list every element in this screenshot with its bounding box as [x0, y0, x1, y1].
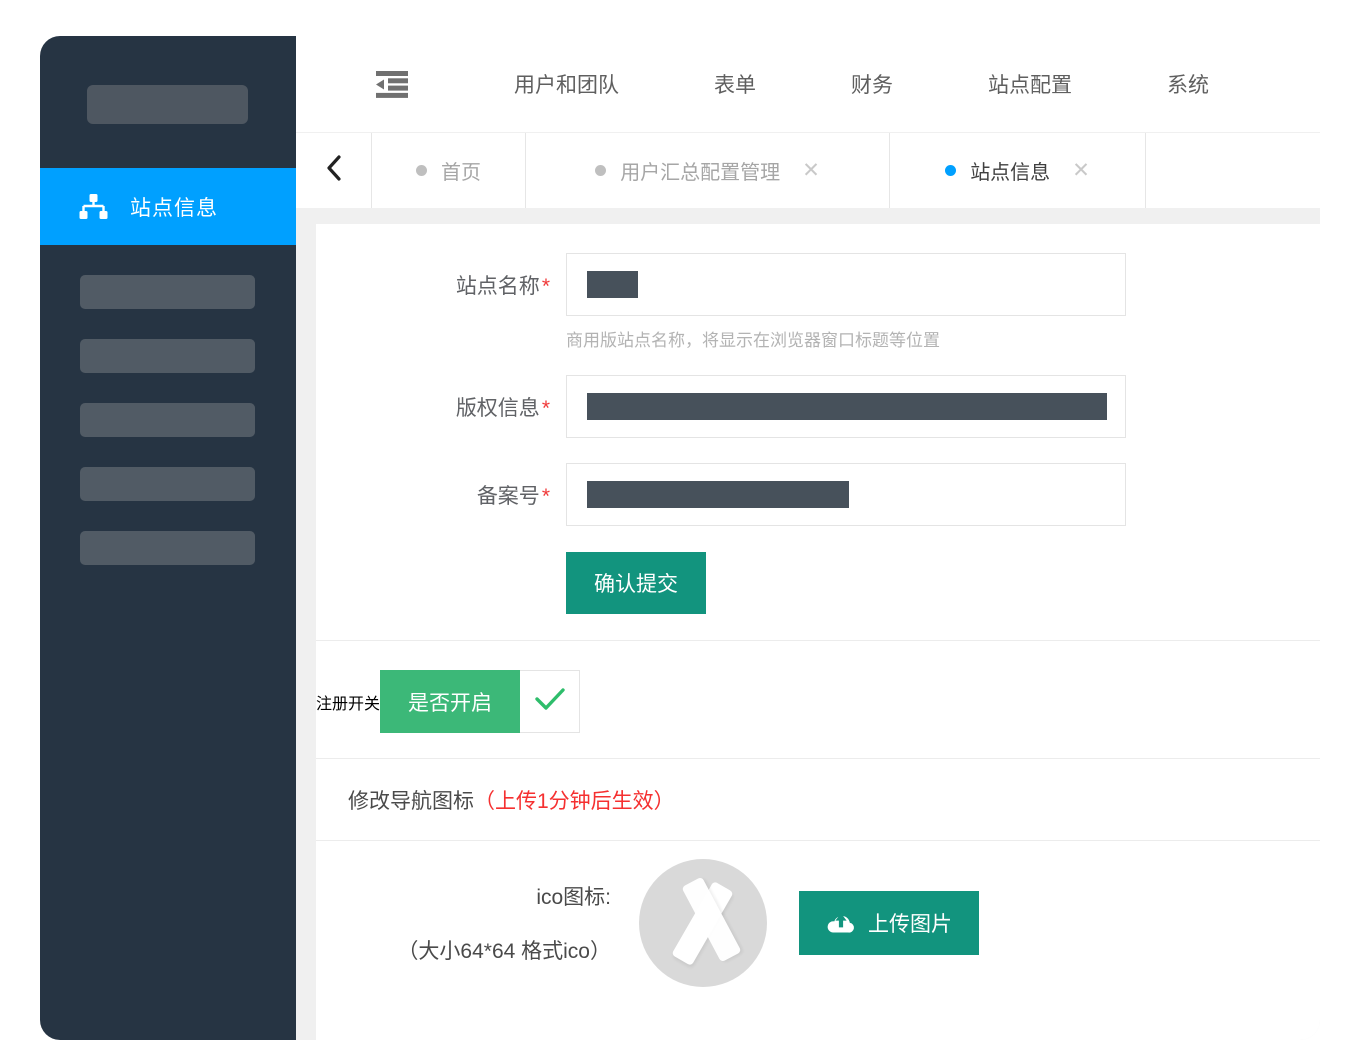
site-info-panel: 站点名称* 商用版站点名称，将显示在浏览器窗口标题等位置 版权信息* — [316, 224, 1320, 1040]
menu-fold-icon[interactable] — [374, 69, 410, 99]
nav-item-system[interactable]: 系统 — [1167, 69, 1209, 99]
field-label: 站点名称* — [316, 270, 566, 300]
nav-icon-section-title: 修改导航图标（上传1分钟后生效） — [316, 759, 1320, 840]
app-window: 站点信息 用户和团队 表单 财务 站点配置 系统 — [40, 36, 1320, 1040]
nav-item-site-config[interactable]: 站点配置 — [988, 69, 1072, 99]
cloud-upload-icon — [826, 910, 856, 936]
sitemap-icon — [78, 192, 108, 222]
register-checkbox[interactable] — [520, 670, 580, 733]
ico-size-hint: （大小64*64 格式ico） — [316, 935, 611, 965]
logo-placeholder — [87, 85, 248, 124]
sidebar-item-label: 站点信息 — [130, 192, 218, 222]
site-name-input[interactable] — [566, 253, 1126, 316]
required-asterisk: * — [542, 485, 550, 508]
tab-dot — [416, 165, 427, 176]
close-icon[interactable]: ✕ — [1072, 160, 1090, 181]
redacted-value — [587, 393, 1107, 420]
nav-item-users-teams[interactable]: 用户和团队 — [514, 69, 619, 99]
sidebar-item-placeholder[interactable] — [80, 339, 255, 373]
required-asterisk: * — [542, 275, 550, 298]
upload-button-label: 上传图片 — [868, 908, 952, 938]
sidebar-item-placeholder[interactable] — [80, 275, 255, 309]
upload-delay-note: （上传1分钟后生效） — [474, 785, 675, 815]
tab-dot — [595, 165, 606, 176]
copyright-input[interactable] — [566, 375, 1126, 438]
tab-site-info[interactable]: 站点信息 ✕ — [890, 133, 1146, 208]
register-switch-label: 注册开关 — [316, 690, 380, 714]
nav-item-finance[interactable]: 财务 — [851, 69, 893, 99]
tab-home[interactable]: 首页 — [372, 133, 526, 208]
tab-bar: 首页 用户汇总配置管理 ✕ 站点信息 ✕ — [296, 133, 1320, 208]
redacted-value — [587, 481, 849, 508]
nav-item-forms[interactable]: 表单 — [714, 69, 756, 99]
close-icon[interactable]: ✕ — [802, 160, 820, 181]
tabs-scroll-left-button[interactable] — [296, 133, 372, 208]
field-row-site-name: 站点名称* — [316, 253, 1320, 316]
submit-button[interactable]: 确认提交 — [566, 552, 706, 614]
tab-user-summary-config[interactable]: 用户汇总配置管理 ✕ — [526, 133, 890, 208]
check-icon — [533, 685, 567, 718]
register-switch-row: 注册开关 是否开启 — [316, 641, 1320, 758]
ico-label: ico图标: — [316, 881, 611, 911]
ico-labels: ico图标: （大小64*64 格式ico） — [316, 881, 611, 965]
field-label: 版权信息* — [316, 392, 566, 422]
upload-image-button[interactable]: 上传图片 — [799, 891, 979, 955]
ico-upload-row: ico图标: （大小64*64 格式ico） — [316, 841, 1320, 987]
chevron-left-icon — [325, 154, 343, 187]
main-area: 用户和团队 表单 财务 站点配置 系统 首页 用户汇总配置管理 ✕ — [296, 36, 1320, 1040]
required-asterisk: * — [542, 397, 550, 420]
content-area: 站点名称* 商用版站点名称，将显示在浏览器窗口标题等位置 版权信息* — [296, 208, 1320, 1040]
field-row-copyright: 版权信息* — [316, 375, 1320, 438]
tab-dot — [945, 165, 956, 176]
ico-preview-image — [639, 859, 767, 987]
sidebar-item-placeholder[interactable] — [80, 467, 255, 501]
sidebar: 站点信息 — [40, 36, 296, 1040]
sidebar-item-site-info[interactable]: 站点信息 — [40, 168, 296, 245]
tab-label: 站点信息 — [970, 156, 1050, 185]
top-navbar: 用户和团队 表单 财务 站点配置 系统 — [296, 36, 1320, 133]
redacted-value — [587, 271, 638, 298]
icp-number-input[interactable] — [566, 463, 1126, 526]
field-label: 备案号* — [316, 480, 566, 510]
tab-label: 首页 — [441, 156, 481, 185]
sidebar-item-placeholder[interactable] — [80, 531, 255, 565]
site-name-helper-text: 商用版站点名称，将显示在浏览器窗口标题等位置 — [566, 326, 1320, 351]
tab-label: 用户汇总配置管理 — [620, 156, 780, 185]
sidebar-item-placeholder[interactable] — [80, 403, 255, 437]
field-row-icp-number: 备案号* — [316, 463, 1320, 526]
register-toggle-button[interactable]: 是否开启 — [380, 670, 520, 733]
